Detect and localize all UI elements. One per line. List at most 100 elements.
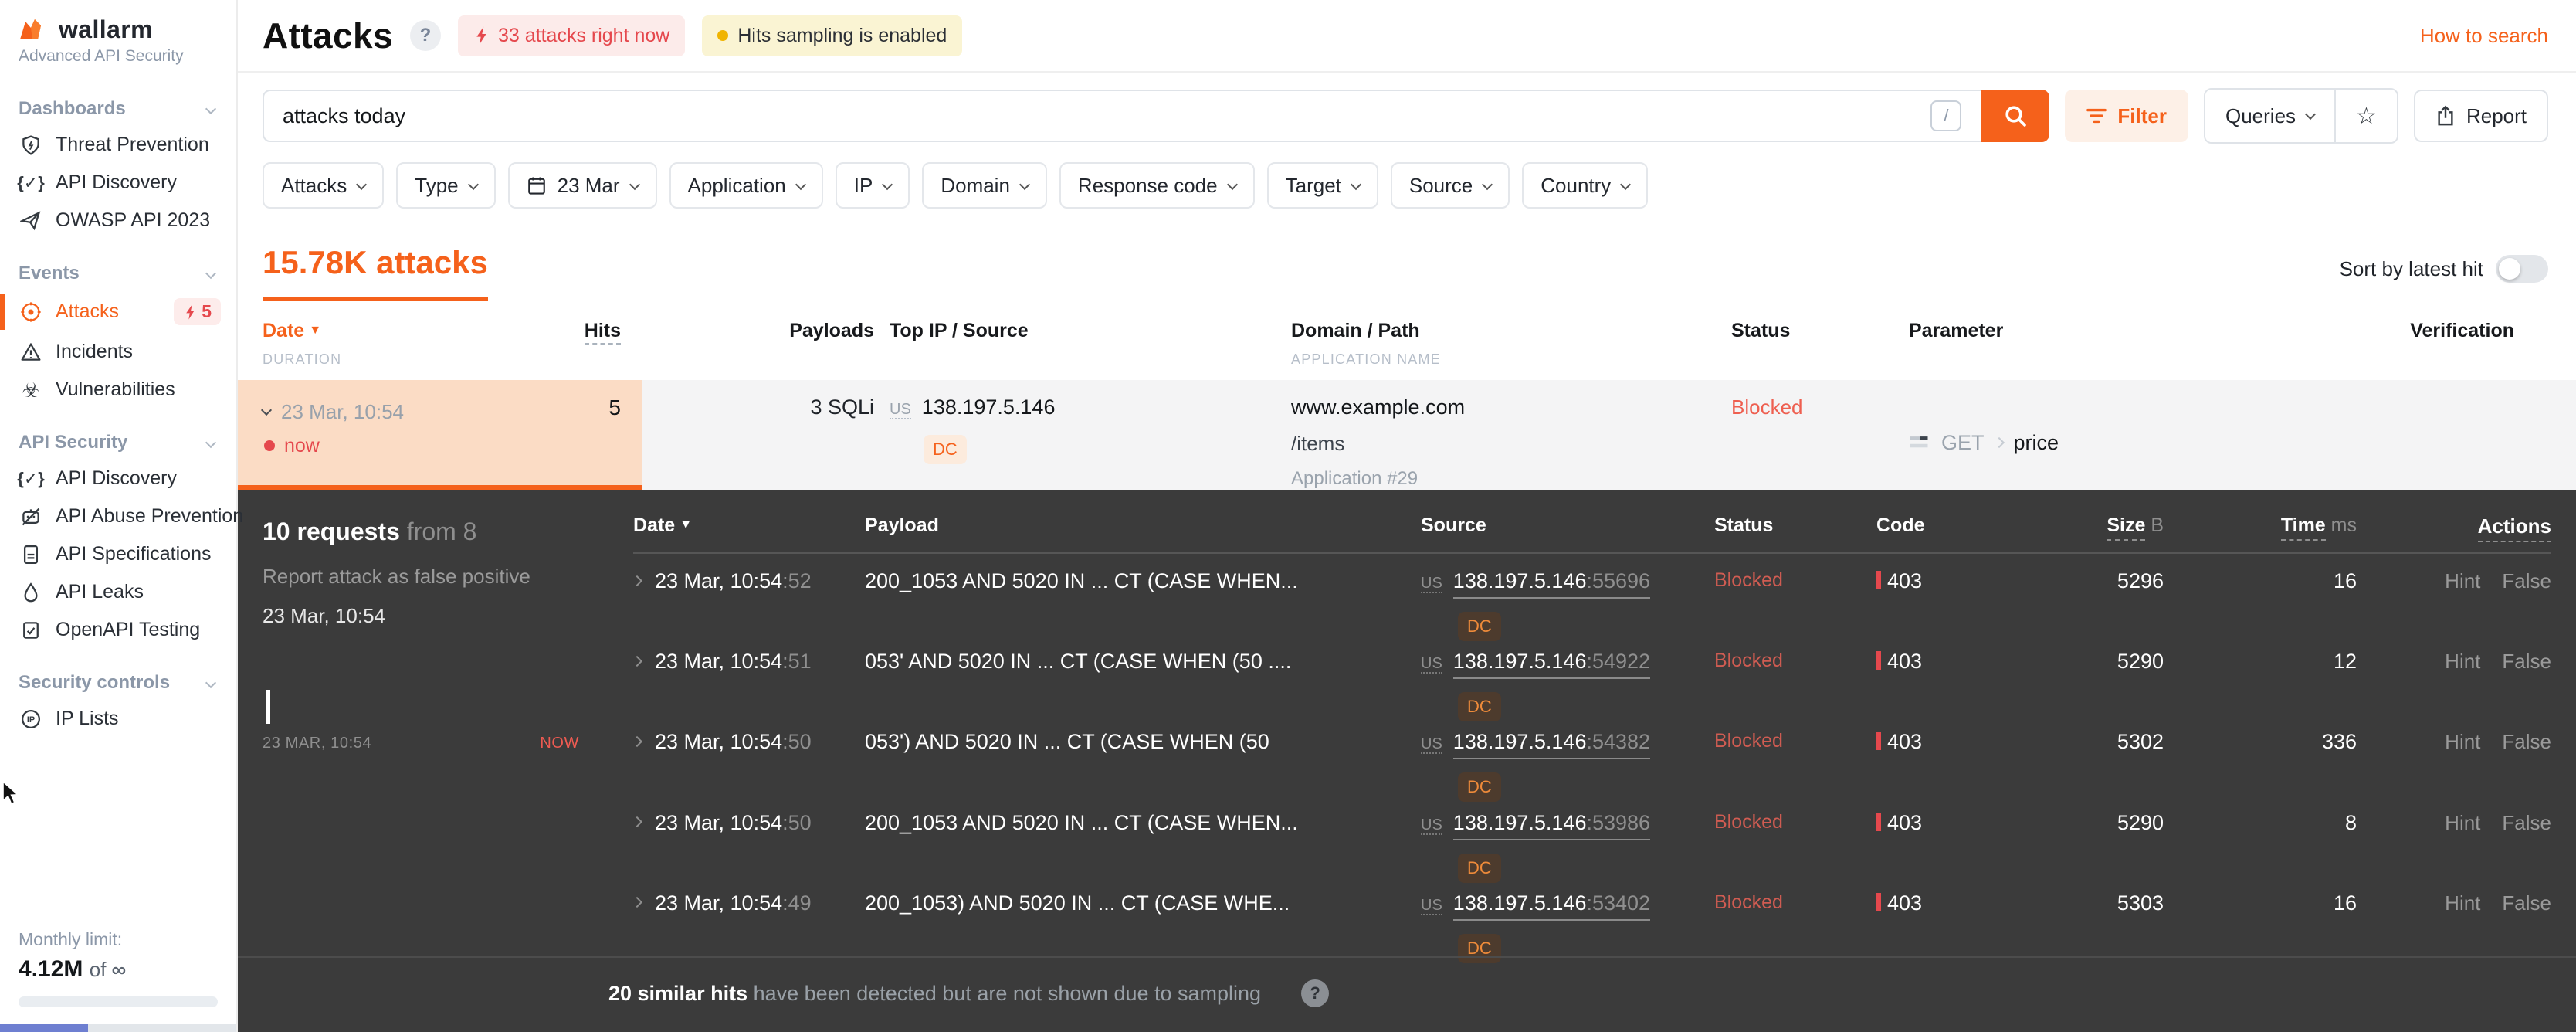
false-action[interactable]: False: [2502, 569, 2551, 592]
attack-detail-panel: 10 requests from 8 Report attack as fals…: [238, 490, 2576, 1032]
warning-triangle-icon: [19, 341, 43, 363]
brand-logo[interactable]: wallarm: [0, 0, 236, 44]
hint-action[interactable]: Hint: [2445, 891, 2480, 915]
monthly-limit: Monthly limit: 4.12M of ∞: [19, 929, 218, 1007]
attacks-table-header: Date ▼ DURATION Hits Payloads Top IP / So…: [238, 301, 2576, 380]
chevron-right-icon: [631, 655, 643, 667]
chevron-down-icon: [205, 103, 217, 115]
sidebar-item-api-discovery[interactable]: {✓} API Discovery: [0, 164, 236, 202]
hit-size: 5290: [2117, 810, 2164, 834]
sidebar-item-api-discovery-2[interactable]: {✓} API Discovery: [0, 460, 236, 497]
sort-desc-icon: ▼: [680, 518, 693, 531]
filter-chip-country[interactable]: Country: [1522, 162, 1649, 209]
attack-row-expanded[interactable]: 23 Mar, 10:54 now 5 3 SQLi US 138.197.5.1…: [238, 380, 2576, 490]
false-action[interactable]: False: [2502, 650, 2551, 673]
chevron-down-icon: [882, 178, 893, 191]
attacks-right-now-badge[interactable]: 33 attacks right now: [458, 15, 686, 56]
filter-chip-response-code[interactable]: Response code: [1059, 162, 1255, 209]
how-to-search-link[interactable]: How to search: [2420, 24, 2548, 48]
filter-button[interactable]: Filter: [2065, 90, 2188, 142]
parameter-icon: [1910, 436, 1928, 448]
false-action[interactable]: False: [2502, 730, 2551, 753]
hits-column-source: Source: [1421, 514, 1486, 536]
help-icon[interactable]: ?: [1301, 979, 1330, 1007]
sidebar-section-security-controls[interactable]: Security controls: [0, 661, 236, 700]
sidebar-item-owasp-api-2023[interactable]: OWASP API 2023: [0, 202, 236, 239]
column-header-payloads: Payloads: [789, 320, 874, 341]
sort-desc-icon: ▼: [309, 324, 322, 337]
attacks-count-badge: 5: [174, 298, 221, 325]
sidebar-item-incidents[interactable]: Incidents: [0, 333, 236, 371]
sidebar-item-threat-prevention[interactable]: Threat Prevention: [0, 126, 236, 164]
clipboard-check-icon: [19, 620, 43, 641]
biohazard-icon: ☣: [22, 378, 40, 402]
sidebar-item-api-specifications[interactable]: API Specifications: [0, 535, 236, 573]
hit-row[interactable]: 23 Mar, 10:54:52 200_1053 AND 5020 IN ..…: [631, 554, 2551, 641]
hits-column-code: Code: [1876, 514, 1925, 536]
filter-chip-ip[interactable]: IP: [835, 162, 910, 209]
column-header-hits[interactable]: Hits: [584, 320, 621, 368]
brand-name: wallarm: [59, 15, 153, 43]
live-dot-icon: [264, 440, 275, 451]
hint-action[interactable]: Hint: [2445, 650, 2480, 673]
sidebar-section-api-security[interactable]: API Security: [0, 421, 236, 460]
filter-chip-source[interactable]: Source: [1390, 162, 1510, 209]
hint-action[interactable]: Hint: [2445, 811, 2480, 834]
hit-row[interactable]: 23 Mar, 10:54:49 200_1053) AND 5020 IN .…: [631, 876, 2551, 963]
hits-column-date[interactable]: Date ▼: [633, 514, 865, 537]
queries-button[interactable]: Queries: [2205, 90, 2335, 142]
chevron-down-icon: [356, 178, 368, 191]
wallarm-logo-icon: [20, 19, 41, 39]
hit-status: Blocked: [1714, 730, 1783, 752]
favorite-button[interactable]: ☆: [2334, 90, 2397, 142]
search-button[interactable]: [1981, 90, 2050, 142]
false-action[interactable]: False: [2502, 891, 2551, 915]
sidebar-item-api-abuse-prevention[interactable]: API Abuse Prevention: [0, 497, 243, 535]
filter-chip-date[interactable]: 23 Mar: [507, 162, 657, 209]
filter-chip-application[interactable]: Application: [669, 162, 823, 209]
sidebar-section-dashboards[interactable]: Dashboards: [0, 87, 236, 126]
hit-code: 403: [1876, 730, 2018, 754]
slash-shortcut-key: /: [1930, 100, 1962, 131]
sidebar-item-ip-lists[interactable]: IP IP Lists: [0, 700, 236, 738]
main-content: Attacks ? 33 attacks right now Hits samp…: [238, 0, 2576, 1032]
export-icon: [2438, 105, 2453, 126]
timeline-now-label: NOW: [540, 735, 579, 752]
sort-by-latest-hit-label: Sort by latest hit: [2339, 256, 2483, 280]
false-action[interactable]: False: [2502, 811, 2551, 834]
detail-timeline: 23 MAR, 10:54 NOW: [263, 690, 579, 752]
filter-chip-attacks[interactable]: Attacks: [263, 162, 385, 209]
detail-summary: 10 requests from 8 Report attack as fals…: [263, 514, 633, 956]
column-header-date[interactable]: Date ▼: [263, 320, 341, 342]
search-input[interactable]: [264, 91, 1931, 141]
hit-row[interactable]: 23 Mar, 10:54:51 053' AND 5020 IN ... CT…: [631, 634, 2551, 722]
hit-payload: 200_1053 AND 5020 IN ... CT (CASE WHEN..…: [865, 569, 1298, 592]
sidebar-item-api-leaks[interactable]: API Leaks: [0, 573, 236, 611]
report-false-positive-link[interactable]: Report attack as false positive: [263, 565, 633, 589]
chevron-down-icon: [1620, 178, 1632, 191]
report-button[interactable]: Report: [2413, 90, 2548, 142]
hit-row[interactable]: 23 Mar, 10:54:50 053') AND 5020 IN ... C…: [631, 715, 2551, 803]
sort-toggle[interactable]: [2496, 255, 2548, 283]
search-box: /: [263, 90, 2050, 142]
hit-row[interactable]: 23 Mar, 10:54:50 200_1053 AND 5020 IN ..…: [631, 796, 2551, 883]
country-code: US: [890, 401, 911, 419]
sidebar-item-openapi-testing[interactable]: OpenAPI Testing: [0, 611, 236, 649]
attack-ip[interactable]: 138.197.5.146: [922, 395, 1056, 419]
sidebar-section-events[interactable]: Events: [0, 252, 236, 290]
sidebar: wallarm Advanced API Security Dashboards…: [0, 0, 243, 1032]
sidebar-item-vulnerabilities[interactable]: ☣ Vulnerabilities: [0, 371, 236, 409]
search-icon: [2005, 106, 2027, 127]
sidebar-item-attacks[interactable]: Attacks 5: [0, 290, 236, 333]
hint-action[interactable]: Hint: [2445, 730, 2480, 753]
filter-chip-type[interactable]: Type: [396, 162, 496, 209]
filter-chip-domain[interactable]: Domain: [922, 162, 1047, 209]
datacenter-badge[interactable]: DC: [924, 435, 967, 464]
help-icon[interactable]: ?: [410, 20, 441, 51]
hint-action[interactable]: Hint: [2445, 569, 2480, 592]
column-header-verification: Verification: [2410, 320, 2514, 341]
sampling-enabled-badge: Hits sampling is enabled: [702, 15, 963, 56]
hit-size: 5296: [2117, 569, 2164, 592]
attack-row-date-cell[interactable]: 23 Mar, 10:54 now 5: [238, 380, 642, 490]
filter-chip-target[interactable]: Target: [1266, 162, 1378, 209]
